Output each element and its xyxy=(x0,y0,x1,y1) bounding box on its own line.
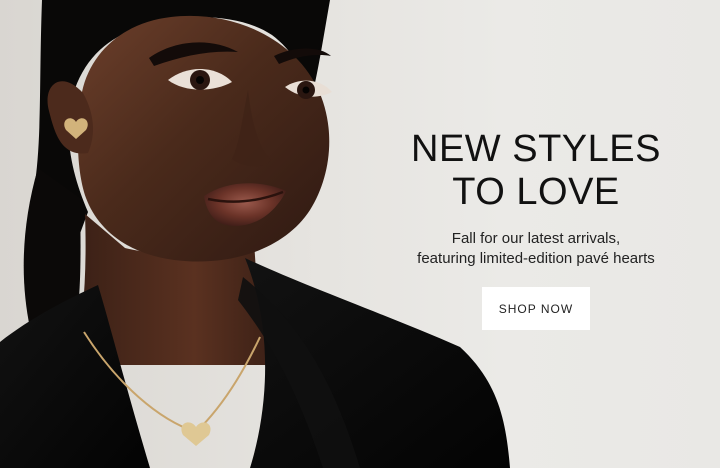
hero-banner: NEW STYLES TO LOVE Fall for our latest a… xyxy=(0,0,720,468)
subtext-line-1: Fall for our latest arrivals, xyxy=(451,230,621,247)
left-pupil xyxy=(196,76,204,84)
hero-headline: NEW STYLES TO LOVE xyxy=(380,128,692,214)
hero-subtext: Fall for our latest arrivals, featuring … xyxy=(380,229,692,269)
heart-pendant xyxy=(181,422,211,446)
subtext-line-2: featuring limited-edition pavé hearts xyxy=(417,250,655,267)
hero-copy: NEW STYLES TO LOVE Fall for our latest a… xyxy=(380,128,692,269)
headline-line-2: TO LOVE xyxy=(452,171,620,213)
headline-line-1: NEW STYLES xyxy=(411,128,661,170)
shop-now-button[interactable]: SHOP NOW xyxy=(482,287,590,330)
right-pupil xyxy=(302,86,310,94)
